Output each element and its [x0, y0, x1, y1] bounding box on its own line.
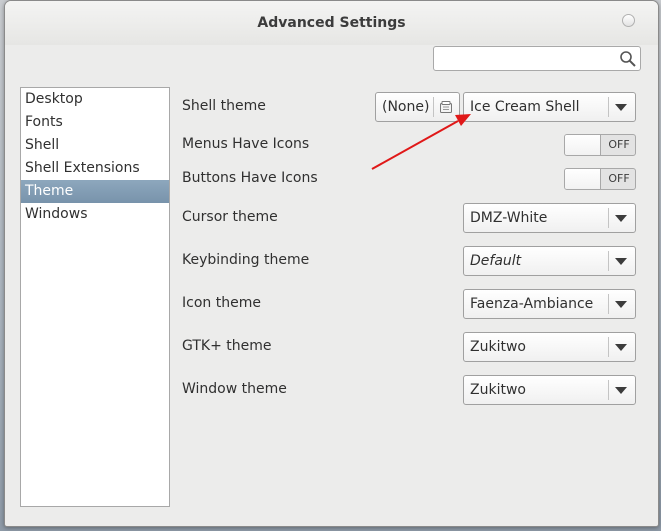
none-button-label: (None): [382, 99, 430, 115]
sidebar-item-shell[interactable]: Shell: [21, 134, 169, 157]
cursor-theme-value: DMZ-White: [470, 210, 548, 226]
gtk-theme-label: GTK+ theme: [182, 338, 272, 354]
chevron-down-icon: [615, 387, 627, 394]
close-button[interactable]: [622, 14, 635, 27]
switch-knob[interactable]: [565, 135, 601, 155]
buttons-have-icons-label: Buttons Have Icons: [182, 170, 318, 186]
gtk-theme-dropdown[interactable]: Zukitwo: [463, 332, 636, 362]
shell-theme-label: Shell theme: [182, 98, 266, 114]
switch-state: OFF: [608, 138, 630, 151]
keybinding-theme-dropdown[interactable]: Default: [463, 246, 636, 276]
icon-theme-dropdown[interactable]: Faenza-Ambiance: [463, 289, 636, 319]
shell-theme-dropdown[interactable]: Ice Cream Shell: [463, 92, 636, 122]
sidebar-item-desktop[interactable]: Desktop: [21, 88, 169, 111]
sidebar-item-windows[interactable]: Windows: [21, 203, 169, 226]
buttons-have-icons-switch[interactable]: OFF: [564, 168, 636, 190]
window-theme-dropdown[interactable]: Zukitwo: [463, 375, 636, 405]
keybinding-theme-label: Keybinding theme: [182, 252, 310, 268]
gtk-theme-value: Zukitwo: [470, 339, 526, 355]
dropdown-separator: [608, 251, 609, 271]
shell-theme-value: Ice Cream Shell: [470, 99, 580, 115]
title-bar[interactable]: Advanced Settings: [5, 1, 658, 45]
keybinding-theme-value: Default: [470, 253, 522, 269]
chevron-down-icon: [615, 301, 627, 308]
switch-state: OFF: [608, 172, 630, 185]
dropdown-separator: [608, 380, 609, 400]
dropdown-separator: [608, 97, 609, 117]
chevron-down-icon: [615, 104, 627, 111]
icon-theme-value: Faenza-Ambiance: [470, 296, 594, 312]
cursor-theme-label: Cursor theme: [182, 209, 278, 225]
search-icon[interactable]: [619, 50, 637, 68]
sidebar-item-fonts[interactable]: Fonts: [21, 111, 169, 134]
window-title: Advanced Settings: [257, 15, 406, 31]
dropdown-separator: [608, 337, 609, 357]
file-chooser-icon: [440, 101, 452, 113]
menus-have-icons-switch[interactable]: OFF: [564, 134, 636, 156]
search-box[interactable]: [433, 46, 641, 71]
category-list: Desktop Fonts Shell Shell Extensions The…: [20, 87, 170, 507]
sidebar-item-shell-extensions[interactable]: Shell Extensions: [21, 157, 169, 180]
switch-knob[interactable]: [565, 169, 601, 189]
chevron-down-icon: [615, 215, 627, 222]
button-separator: [433, 97, 434, 117]
menus-have-icons-label: Menus Have Icons: [182, 136, 310, 152]
advanced-settings-window: Advanced Settings Desktop Fonts Shell Sh…: [4, 0, 659, 527]
icon-theme-label: Icon theme: [182, 295, 261, 311]
window-theme-label: Window theme: [182, 381, 287, 397]
search-input[interactable]: [438, 49, 620, 70]
chevron-down-icon: [615, 344, 627, 351]
sidebar-item-theme[interactable]: Theme: [21, 180, 169, 203]
chevron-down-icon: [615, 258, 627, 265]
shell-theme-none-button[interactable]: (None): [375, 92, 460, 122]
dropdown-separator: [608, 294, 609, 314]
dropdown-separator: [608, 208, 609, 228]
window-theme-value: Zukitwo: [470, 382, 526, 398]
cursor-theme-dropdown[interactable]: DMZ-White: [463, 203, 636, 233]
